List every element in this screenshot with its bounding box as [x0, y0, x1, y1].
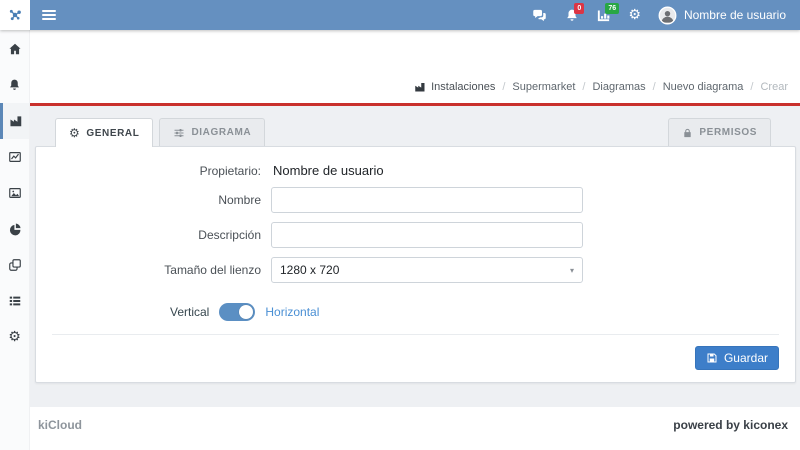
- tab-general[interactable]: ⚙ GENERAL: [55, 118, 153, 147]
- orientation-vertical-label: Vertical: [170, 305, 209, 319]
- top-navbar: 0 76 ⚙: [0, 0, 800, 30]
- content-area: ⚙ GENERAL DIAGRAMA: [30, 106, 800, 407]
- avatar: [658, 6, 677, 25]
- navbar-actions: 0 76 ⚙: [531, 6, 800, 25]
- user-menu[interactable]: Nombre de usuario: [658, 6, 786, 25]
- bell-icon: [8, 78, 21, 92]
- page-footer: kiCloud powered by kiconex: [30, 407, 800, 450]
- stats-chart-icon[interactable]: 76: [596, 8, 611, 23]
- name-row: Nombre: [52, 187, 779, 213]
- chevron-down-icon: ▾: [570, 266, 574, 275]
- sidebar-item-charts[interactable]: [0, 139, 29, 175]
- settings-cogs-icon[interactable]: ⚙: [628, 8, 641, 22]
- description-row: Descripción: [52, 222, 779, 248]
- breadcrumb-create: Crear: [760, 81, 788, 93]
- orientation-toggle[interactable]: [219, 303, 255, 321]
- lock-icon: [682, 127, 693, 139]
- factory-icon: [9, 114, 23, 128]
- canvas-size-select[interactable]: 1280 x 720 ▾: [271, 257, 583, 283]
- sidebar-item-dashboards[interactable]: [0, 211, 29, 247]
- notifications-badge: 0: [574, 3, 584, 14]
- breadcrumb-installations[interactable]: Instalaciones: [414, 81, 495, 93]
- breadcrumb: Instalaciones / Supermarket / Diagramas …: [414, 81, 788, 93]
- sidebar-item-diagrams[interactable]: [0, 247, 29, 283]
- tabs-row: ⚙ GENERAL DIAGRAMA: [35, 118, 796, 146]
- owner-label: Propietario:: [52, 164, 271, 178]
- breadcrumb-new-diagram[interactable]: Nuevo diagrama: [663, 81, 744, 93]
- stats-badge: 76: [605, 3, 619, 14]
- description-label: Descripción: [52, 228, 271, 242]
- gear-icon: ⚙: [69, 127, 80, 139]
- sidebar-item-lists[interactable]: [0, 283, 29, 319]
- kiconex-logo-icon: [4, 4, 26, 26]
- factory-icon: [414, 81, 426, 93]
- image-icon: [8, 186, 22, 200]
- sidebar-item-home[interactable]: [0, 31, 29, 67]
- app-window: 0 76 ⚙: [0, 0, 800, 450]
- canvas-size-label: Tamaño del lienzo: [52, 263, 271, 277]
- canvas-size-value: 1280 x 720: [280, 263, 339, 277]
- card-actions: Guardar: [52, 346, 779, 374]
- kiconex-logo[interactable]: [0, 0, 30, 30]
- page-header: Instalaciones / Supermarket / Diagramas …: [30, 30, 800, 103]
- cogs-icon: ⚙: [8, 330, 21, 344]
- clone-icon: [8, 258, 22, 272]
- owner-value: Nombre de usuario: [271, 163, 384, 178]
- general-form-card: Propietario: Nombre de usuario Nombre De…: [35, 146, 796, 383]
- tab-permisos[interactable]: PERMISOS: [668, 118, 771, 146]
- chat-icon[interactable]: [531, 8, 548, 23]
- orientation-row: Vertical Horizontal: [170, 303, 779, 321]
- list-icon: [8, 294, 22, 308]
- footer-powered-by[interactable]: powered by kiconex: [673, 418, 788, 450]
- sliders-icon: [173, 127, 185, 139]
- save-button[interactable]: Guardar: [695, 346, 779, 370]
- notifications-bell-icon[interactable]: 0: [565, 8, 579, 23]
- orientation-horizontal-label[interactable]: Horizontal: [265, 305, 319, 319]
- description-input[interactable]: [271, 222, 583, 248]
- breadcrumb-diagrams[interactable]: Diagramas: [592, 81, 645, 93]
- breadcrumb-separator: /: [750, 81, 753, 93]
- sidebar-item-installations[interactable]: [0, 103, 29, 139]
- footer-brand: kiCloud: [38, 418, 82, 450]
- sidebar: ⚙: [0, 30, 30, 450]
- breadcrumb-supermarket[interactable]: Supermarket: [512, 81, 575, 93]
- owner-row: Propietario: Nombre de usuario: [52, 163, 779, 178]
- breadcrumb-separator: /: [502, 81, 505, 93]
- sidebar-item-settings[interactable]: ⚙: [0, 319, 29, 355]
- tab-diagrama[interactable]: DIAGRAMA: [159, 118, 265, 146]
- save-icon: [706, 352, 718, 364]
- canvas-size-row: Tamaño del lienzo 1280 x 720 ▾: [52, 257, 779, 283]
- line-chart-icon: [8, 150, 22, 164]
- main-area: Instalaciones / Supermarket / Diagramas …: [30, 30, 800, 450]
- user-name: Nombre de usuario: [684, 8, 786, 22]
- breadcrumb-separator: /: [582, 81, 585, 93]
- sidebar-item-alerts[interactable]: [0, 67, 29, 103]
- card-divider: [52, 334, 779, 335]
- menu-toggle-icon[interactable]: [42, 8, 56, 22]
- sidebar-item-images[interactable]: [0, 175, 29, 211]
- toggle-knob: [239, 305, 253, 319]
- pie-chart-icon: [8, 222, 22, 236]
- name-input[interactable]: [271, 187, 583, 213]
- home-icon: [8, 42, 22, 56]
- name-label: Nombre: [52, 193, 271, 207]
- breadcrumb-separator: /: [653, 81, 656, 93]
